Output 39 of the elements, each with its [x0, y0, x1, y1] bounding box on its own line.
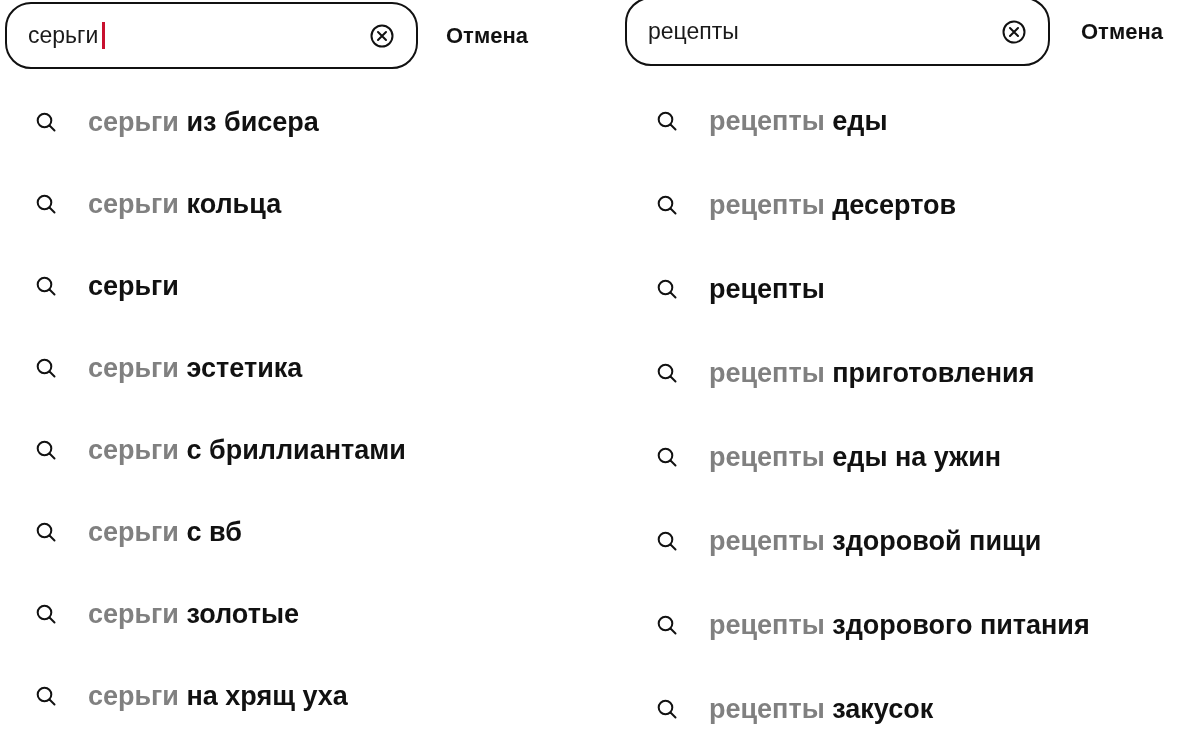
suggestion-link[interactable]: рецепты еды на ужин — [709, 441, 1002, 473]
search-icon — [36, 522, 56, 542]
search-icon — [657, 111, 677, 131]
cancel-button[interactable]: Отмена — [444, 18, 530, 53]
suggestion-link[interactable]: рецепты десертов — [709, 189, 957, 221]
cancel-button[interactable]: Отмена — [1079, 14, 1165, 49]
search-icon — [36, 112, 56, 132]
suggestion-link[interactable]: серьги с вб — [88, 516, 242, 548]
search-icon — [657, 615, 677, 635]
suggestion-link[interactable]: рецепты закусок — [709, 693, 934, 725]
search-icon — [36, 604, 56, 624]
suggestion-link[interactable]: серьги — [88, 270, 179, 302]
search-icon — [657, 279, 677, 299]
suggestion-link[interactable]: рецепты еды — [709, 105, 888, 137]
suggestion-link[interactable]: серьги на хрящ уха — [88, 680, 348, 712]
search-icon — [36, 440, 56, 460]
search-field[interactable]: серьги — [5, 2, 418, 69]
search-field[interactable]: рецепты — [625, 0, 1050, 66]
suggestion-link[interactable]: рецепты здорового питания — [709, 609, 1090, 641]
suggestion-link[interactable]: серьги золотые — [88, 598, 299, 630]
search-icon — [657, 195, 677, 215]
suggestion-link[interactable]: серьги с бриллиантами — [88, 434, 406, 466]
search-icon — [36, 358, 56, 378]
suggestion-link[interactable]: рецепты — [709, 273, 825, 305]
search-icon — [36, 276, 56, 296]
suggestion-link[interactable]: серьги из бисера — [88, 106, 319, 138]
clear-icon[interactable] — [1002, 19, 1026, 44]
search-icon — [657, 363, 677, 383]
suggestion-link[interactable]: серьги эстетика — [88, 352, 303, 384]
text-cursor-icon — [102, 22, 106, 49]
suggestion-link[interactable]: рецепты приготовления — [709, 357, 1035, 389]
clear-icon[interactable] — [370, 23, 394, 48]
search-icon — [36, 194, 56, 214]
search-icon — [657, 531, 677, 551]
suggestion-link[interactable]: рецепты здоровой пищи — [709, 525, 1042, 557]
search-icon — [657, 699, 677, 719]
search-icon — [36, 686, 56, 706]
search-icon — [657, 447, 677, 467]
suggestion-link[interactable]: серьги кольца — [88, 188, 282, 220]
